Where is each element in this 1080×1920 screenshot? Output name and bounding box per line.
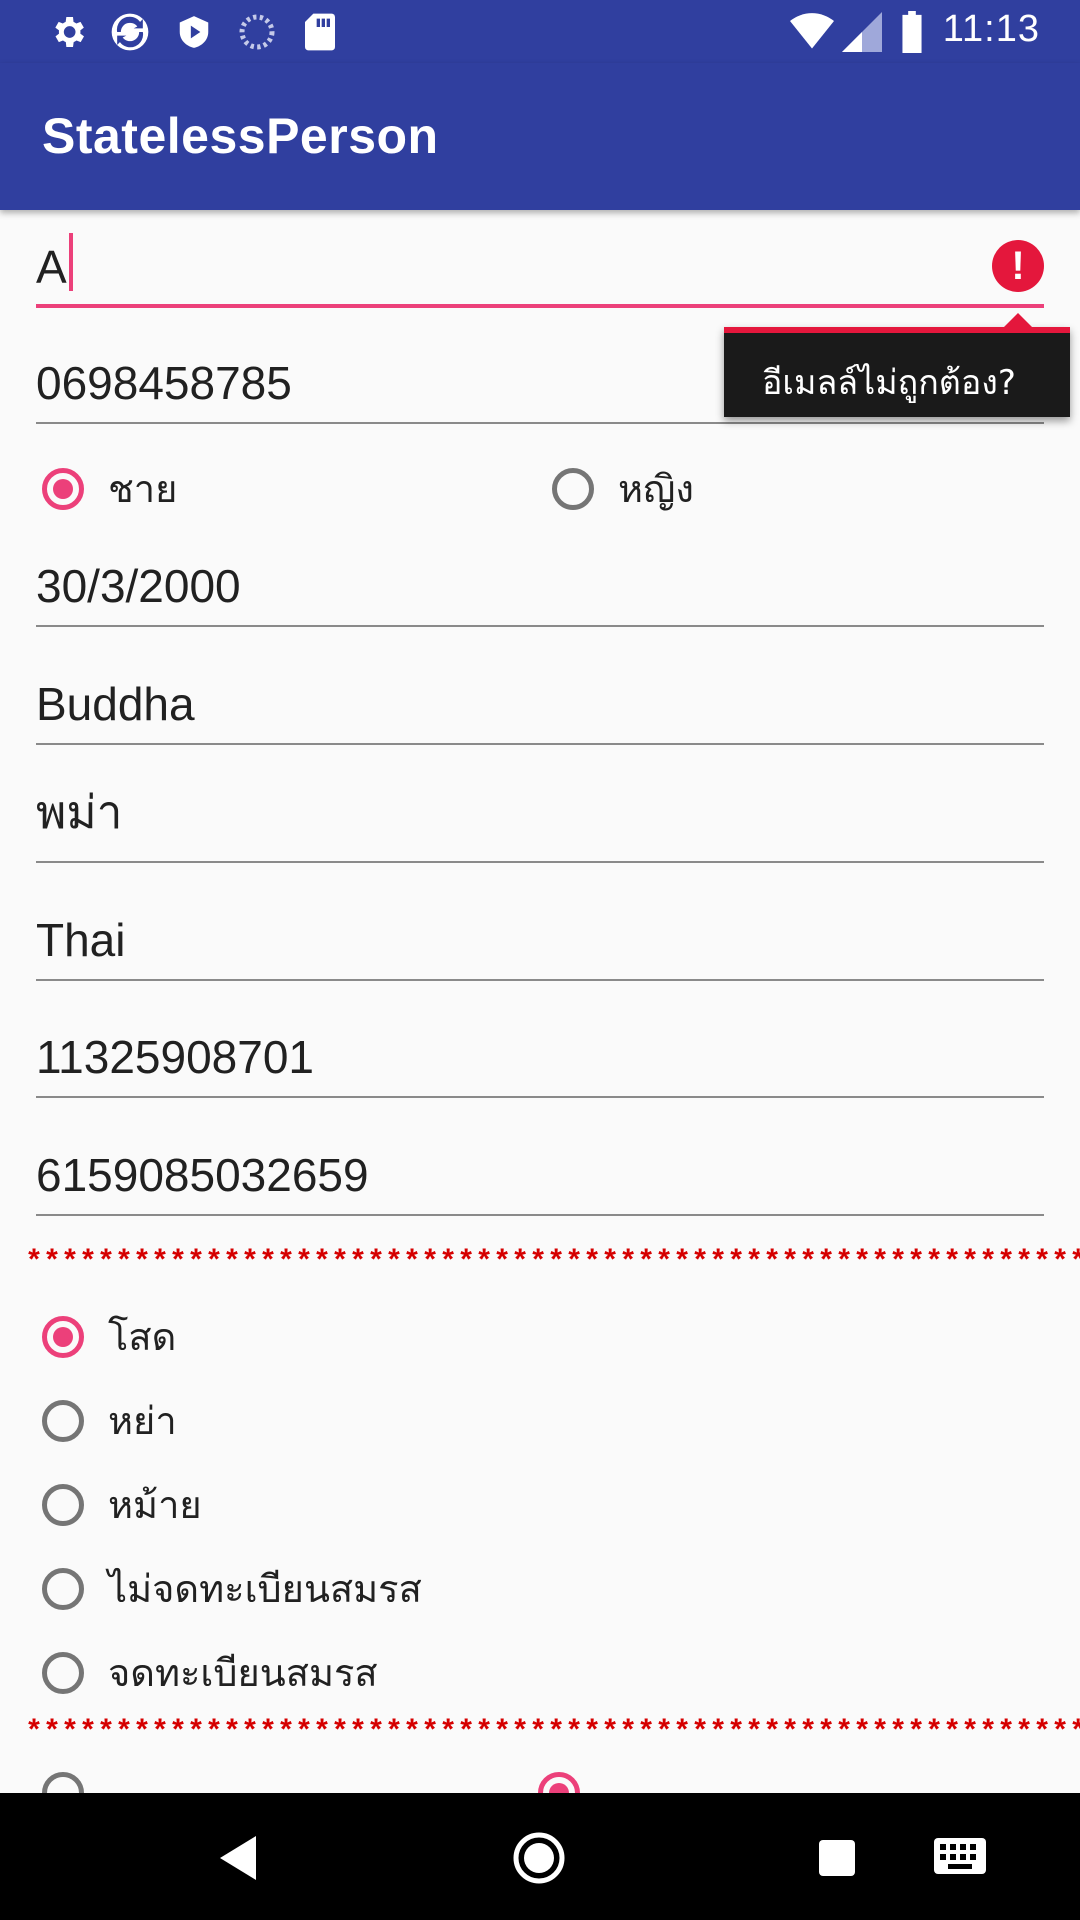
separator-stars: ****************************************…	[25, 1246, 1080, 1280]
radio-label: หญิง	[618, 467, 694, 511]
signal-icon	[840, 10, 884, 54]
number-underline	[36, 1214, 1044, 1216]
birthdate-field[interactable]: 30/3/2000	[36, 535, 1044, 627]
radio-marital-unregistered[interactable]: ไม่จดทะเบียนสมรส	[42, 1558, 422, 1619]
radio-label: จดทะเบียนสมรส	[108, 1651, 378, 1695]
radio-marital-widowed[interactable]: หม้าย	[42, 1474, 202, 1535]
radio-button[interactable]	[42, 1772, 84, 1793]
form-content: A ! 0698458785 อีเมลล์ไม่ถูกต้อง? ชาย หญ…	[0, 210, 1080, 1793]
home-icon[interactable]	[504, 1823, 574, 1893]
radio-marital-single[interactable]: โสด	[42, 1306, 176, 1367]
separator-stars: ****************************************…	[25, 1716, 1080, 1750]
status-bar: 11:13	[0, 0, 1080, 63]
radio-label: โสด	[108, 1315, 177, 1359]
keyboard-icon[interactable]	[925, 1823, 995, 1893]
birthdate-underline	[36, 625, 1044, 627]
id-underline	[36, 1096, 1044, 1098]
sd-card-icon	[298, 10, 342, 54]
nationality-field[interactable]: Thai	[36, 886, 1044, 981]
app-bar: StatelessPerson	[0, 63, 1080, 210]
email-value: A	[36, 233, 73, 294]
phone-underline	[36, 422, 1044, 424]
radio-button[interactable]	[42, 1315, 84, 1358]
loading-icon	[235, 10, 279, 54]
radio-button[interactable]	[552, 467, 594, 510]
error-tooltip: อีเมลล์ไม่ถูกต้อง?	[724, 313, 1070, 417]
radio-partial-left[interactable]	[42, 1772, 108, 1793]
radio-partial-right[interactable]	[538, 1772, 604, 1793]
tooltip-arrow	[1004, 313, 1032, 327]
number-value: 6159085032659	[36, 1149, 369, 1201]
shield-play-icon	[172, 10, 216, 54]
navigation-bar	[0, 1793, 1080, 1920]
radio-label: หย่า	[108, 1399, 177, 1443]
battery-icon	[890, 10, 934, 54]
radio-label: ไม่จดทะเบียนสมรส	[108, 1567, 422, 1611]
radio-label: ชาย	[108, 467, 178, 511]
app-title: StatelessPerson	[42, 108, 439, 164]
religion-value: Buddha	[36, 678, 195, 730]
error-icon[interactable]: !	[992, 240, 1044, 292]
radio-button[interactable]	[42, 467, 84, 510]
religion-field[interactable]: Buddha	[36, 650, 1044, 745]
nationality-value: Thai	[36, 914, 126, 966]
recents-icon[interactable]	[802, 1823, 872, 1893]
gear-icon	[46, 10, 90, 54]
number-field[interactable]: 6159085032659	[36, 1120, 1044, 1216]
radio-button[interactable]	[42, 1399, 84, 1442]
race-field[interactable]: พม่า	[36, 768, 1044, 863]
email-field[interactable]: A !	[36, 210, 1044, 308]
birthdate-value: 30/3/2000	[36, 560, 241, 612]
radio-marital-divorced[interactable]: หย่า	[42, 1390, 177, 1451]
text-cursor	[68, 233, 73, 291]
radio-gender-male[interactable]: ชาย	[42, 458, 177, 519]
id-value: 11325908701	[36, 1031, 314, 1083]
radio-label: หม้าย	[108, 1483, 202, 1527]
race-value: พม่า	[36, 786, 123, 838]
radio-gender-female[interactable]: หญิง	[552, 458, 694, 519]
nationality-underline	[36, 979, 1044, 981]
back-icon[interactable]	[205, 1823, 275, 1893]
wifi-icon	[790, 10, 834, 54]
id-field[interactable]: 11325908701	[36, 1004, 1044, 1098]
radio-button[interactable]	[42, 1567, 84, 1610]
sync-icon	[108, 10, 152, 54]
phone-value: 0698458785	[36, 357, 292, 409]
religion-underline	[36, 743, 1044, 745]
radio-button[interactable]	[538, 1772, 580, 1793]
error-message: อีเมลล์ไม่ถูกต้อง?	[762, 363, 1016, 403]
status-time: 11:13	[942, 8, 1040, 50]
race-underline	[36, 861, 1044, 863]
radio-button[interactable]	[42, 1651, 84, 1694]
email-underline	[36, 304, 1044, 308]
radio-button[interactable]	[42, 1483, 84, 1526]
radio-marital-registered[interactable]: จดทะเบียนสมรส	[42, 1642, 378, 1703]
